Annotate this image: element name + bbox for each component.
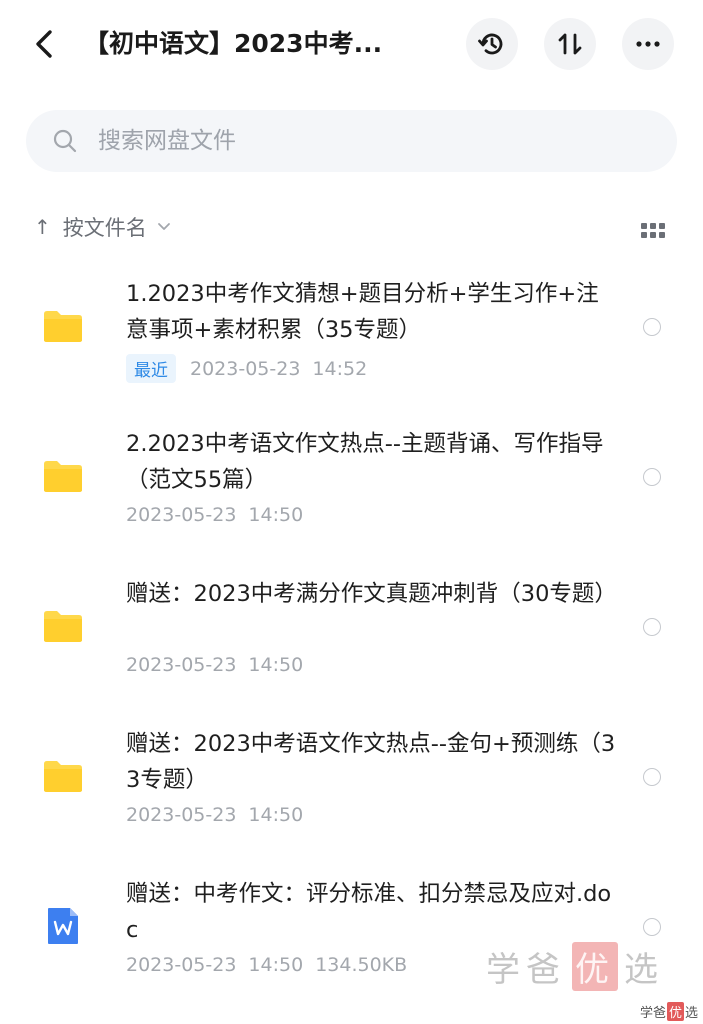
back-button[interactable] [26, 24, 62, 64]
file-list: 1.2023中考作文猜想+题目分析+学生习作+注意事项+素材积累（35专题） 最… [0, 256, 703, 1006]
file-name: 1.2023中考作文猜想+题目分析+学生习作+注意事项+素材积累（35专题） [126, 281, 599, 343]
file-time: 14:52 [312, 357, 368, 380]
sort-button[interactable] [544, 18, 596, 70]
file-row[interactable]: 1.2023中考作文猜想+题目分析+学生习作+注意事项+素材积累（35专题） 最… [0, 256, 703, 406]
file-time: 14:50 [248, 504, 304, 526]
watermark-small-highlight: 优 [667, 1002, 685, 1021]
folder-icon [44, 461, 82, 492]
file-size: 134.50KB [315, 954, 408, 976]
watermark-highlight: 优 [572, 942, 618, 991]
file-time: 14:50 [248, 954, 304, 976]
history-button[interactable] [466, 18, 518, 70]
word-doc-icon [48, 908, 78, 944]
sort-arrows-icon [558, 33, 582, 55]
page-title: 【初中语文】2023中考... [84, 29, 383, 58]
search-input[interactable] [96, 127, 620, 155]
sort-label: 按文件名 [62, 216, 147, 240]
arrow-up-icon: ↑ [34, 215, 51, 239]
folder-icon [44, 611, 82, 642]
history-icon [478, 33, 503, 55]
folder-icon [44, 311, 82, 342]
file-date: 2023-05-23 [126, 504, 237, 526]
chevron-left-icon [36, 30, 52, 58]
grid-view-icon [641, 223, 665, 238]
watermark-small-text: 选 [685, 1006, 699, 1021]
watermark-text: 选 [624, 950, 664, 990]
file-meta: 2023-05-23 14:50 [126, 504, 315, 526]
file-meta: 2023-05-23 14:50 [126, 654, 315, 676]
file-row[interactable]: 赠送：2023中考满分作文真题冲刺背（30专题） 2023-05-23 14:5… [0, 556, 703, 706]
select-radio[interactable] [643, 768, 661, 786]
file-date: 2023-05-23 [126, 654, 237, 676]
select-radio[interactable] [643, 468, 661, 486]
watermark-small-text: 学爸 [640, 1006, 667, 1021]
select-radio[interactable] [643, 318, 661, 336]
select-radio[interactable] [643, 918, 661, 936]
watermark-small: 学爸优选 [640, 1002, 698, 1021]
file-row[interactable]: 赠送：2023中考语文作文热点--金句+预测练（33专题） 2023-05-23… [0, 706, 703, 856]
file-date: 2023-05-23 [190, 357, 301, 380]
more-horizontal-icon [636, 41, 660, 47]
file-time: 14:50 [248, 804, 304, 826]
file-name: 赠送：中考作文：评分标准、扣分禁忌及应对.doc [126, 881, 612, 943]
watermark: 学爸优选 [486, 942, 664, 991]
recent-badge: 最近 [126, 354, 176, 383]
file-date: 2023-05-23 [126, 954, 237, 976]
folder-icon [44, 761, 82, 792]
more-button[interactable] [622, 18, 674, 70]
select-radio[interactable] [643, 618, 661, 636]
file-name: 2.2023中考语文作文热点--主题背诵、写作指导（范文55篇） [126, 431, 604, 493]
header: 【初中语文】2023中考... [0, 0, 703, 88]
file-name: 赠送：2023中考满分作文真题冲刺背（30专题） [126, 581, 617, 607]
file-name: 赠送：2023中考语文作文热点--金句+预测练（33专题） [126, 731, 616, 793]
watermark-text: 学爸 [486, 950, 566, 990]
file-meta: 2023-05-23 14:50 [126, 804, 315, 826]
file-meta: 2023-05-23 14:50 134.50KB [126, 954, 419, 976]
search-icon [52, 128, 78, 154]
sort-by-name-toggle[interactable]: ↑ 按文件名 [34, 212, 171, 242]
file-time: 14:50 [248, 654, 304, 676]
grid-view-button[interactable] [638, 216, 668, 246]
file-date: 2023-05-23 [126, 804, 237, 826]
search-bar[interactable] [26, 110, 677, 172]
file-row[interactable]: 2.2023中考语文作文热点--主题背诵、写作指导（范文55篇） 2023-05… [0, 406, 703, 556]
chevron-down-icon [157, 222, 171, 232]
sort-bar: ↑ 按文件名 [0, 206, 703, 252]
file-meta: 最近 2023-05-23 14:52 [126, 354, 379, 383]
